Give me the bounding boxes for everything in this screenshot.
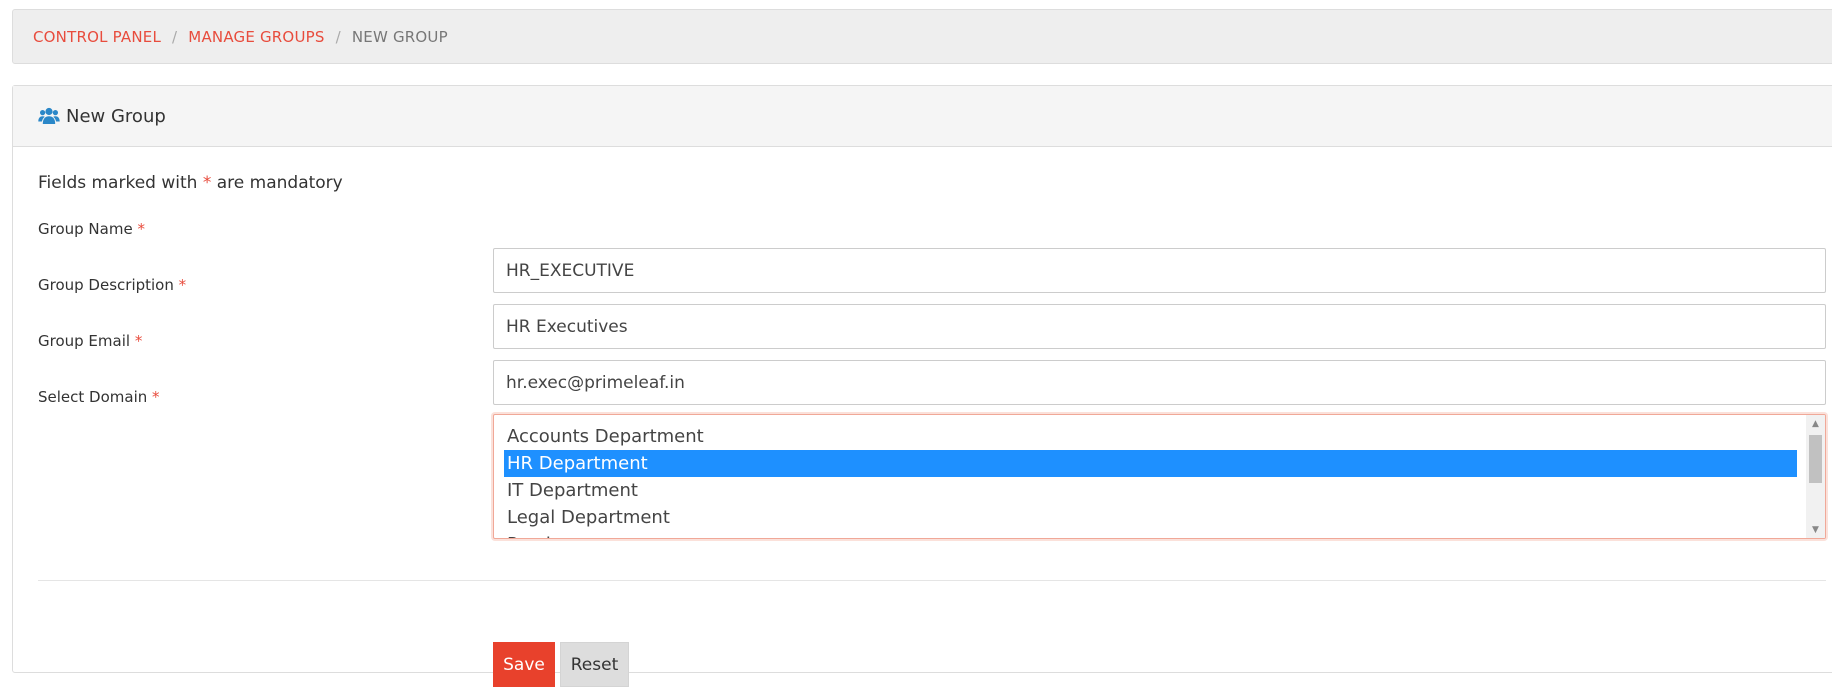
breadcrumb: CONTROL PANEL / MANAGE GROUPS / NEW GROU… bbox=[12, 9, 1832, 64]
breadcrumb-separator: / bbox=[335, 27, 341, 46]
group-description-label: Group Description * bbox=[38, 276, 186, 294]
required-marker: * bbox=[202, 173, 212, 193]
breadcrumb-manage-groups-link[interactable]: MANAGE GROUPS bbox=[188, 28, 324, 46]
required-marker: * bbox=[137, 220, 145, 238]
group-description-label-text: Group Description bbox=[38, 276, 174, 294]
panel-heading: New Group bbox=[13, 86, 1832, 147]
domain-options: Accounts Department HR Department IT Dep… bbox=[504, 423, 1797, 538]
mandatory-note-suffix: are mandatory bbox=[216, 173, 343, 193]
scroll-down-arrow-icon[interactable]: ▼ bbox=[1806, 521, 1825, 538]
save-button[interactable]: Save bbox=[493, 642, 555, 687]
new-group-panel: New Group Fields marked with * are manda… bbox=[12, 85, 1832, 687]
domain-option[interactable]: Accounts Department bbox=[504, 423, 1797, 450]
users-icon bbox=[38, 106, 60, 126]
domain-option[interactable]: IT Department bbox=[504, 477, 1797, 504]
mandatory-note: Fields marked with * are mandatory bbox=[38, 173, 343, 193]
domain-select-list[interactable]: Accounts Department HR Department IT Dep… bbox=[493, 414, 1826, 539]
group-name-label-text: Group Name bbox=[38, 220, 133, 238]
domain-option[interactable]: Legal Department bbox=[504, 504, 1797, 531]
reset-button[interactable]: Reset bbox=[560, 642, 629, 687]
group-name-input[interactable] bbox=[493, 248, 1826, 293]
mandatory-note-prefix: Fields marked with bbox=[38, 173, 198, 193]
group-email-input[interactable] bbox=[493, 360, 1826, 405]
panel-title: New Group bbox=[66, 105, 166, 127]
form-divider bbox=[38, 580, 1826, 581]
required-marker: * bbox=[178, 276, 187, 294]
scroll-thumb[interactable] bbox=[1809, 435, 1822, 483]
group-email-label-text: Group Email bbox=[38, 332, 131, 350]
breadcrumb-separator: / bbox=[172, 27, 178, 46]
domain-scrollbar[interactable]: ▲ ▼ bbox=[1806, 415, 1825, 538]
required-marker: * bbox=[152, 388, 160, 406]
group-name-label: Group Name * bbox=[38, 220, 145, 238]
select-domain-label-text: Select Domain bbox=[38, 388, 148, 406]
breadcrumb-control-panel-link[interactable]: CONTROL PANEL bbox=[33, 28, 161, 46]
required-marker: * bbox=[134, 332, 143, 350]
breadcrumb-current: NEW GROUP bbox=[351, 27, 448, 46]
domain-option-selected[interactable]: HR Department bbox=[504, 450, 1797, 477]
select-domain-label: Select Domain * bbox=[38, 388, 160, 406]
group-description-input[interactable] bbox=[493, 304, 1826, 349]
group-email-label: Group Email * bbox=[38, 332, 142, 350]
domain-option[interactable]: Purchase bbox=[504, 531, 1797, 538]
scroll-up-arrow-icon[interactable]: ▲ bbox=[1806, 415, 1825, 432]
